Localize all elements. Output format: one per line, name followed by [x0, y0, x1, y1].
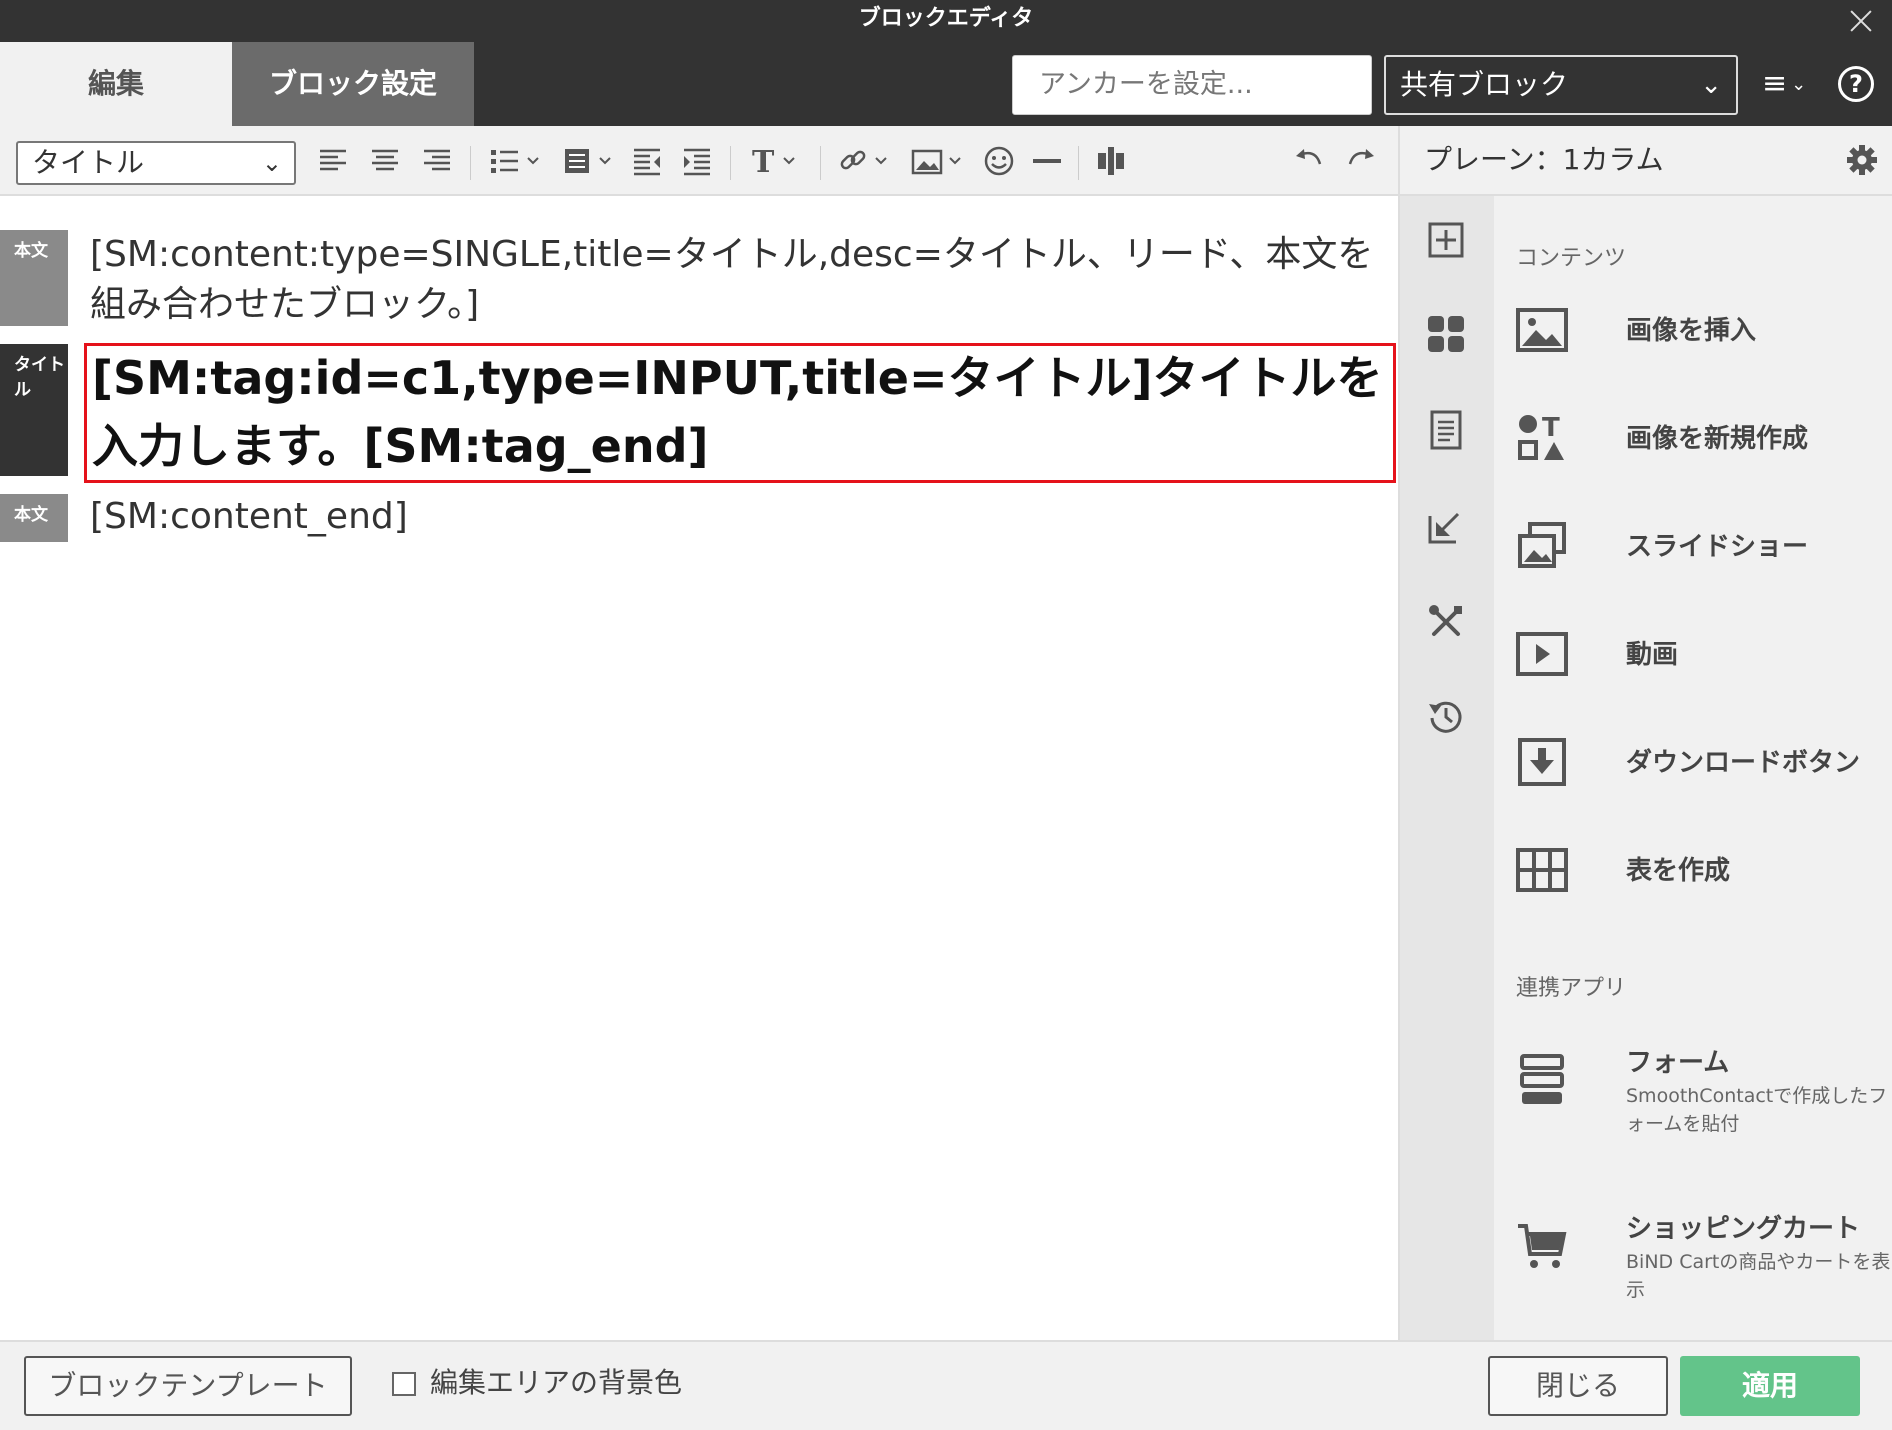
content-end-line[interactable]: [SM:content_end] — [90, 492, 1380, 542]
shopping-cart-description: BiND Cartの商品やカートを表示 — [1626, 1251, 1891, 1301]
form-item[interactable]: フォーム SmoothContactで作成したフォームを貼付 — [1516, 1032, 1887, 1135]
cart-icon — [1516, 1220, 1568, 1272]
chevron-down-icon: ⌄ — [1700, 70, 1722, 100]
create-table-label: 表を作成 — [1626, 856, 1731, 886]
panel-icon-rail — [1398, 196, 1494, 1340]
tab-block-settings[interactable]: ブロック設定 — [232, 42, 474, 126]
link-icon[interactable] — [838, 144, 894, 178]
columns-icon[interactable] — [1094, 144, 1128, 178]
add-block-icon[interactable] — [1426, 220, 1466, 260]
page-icon[interactable] — [1426, 410, 1466, 450]
toolbar-divider — [820, 146, 821, 180]
header-bar: 編集 ブロック設定 アンカーを設定... 共有ブロック ⌄ ≡ ⌄ ? — [0, 40, 1892, 126]
slideshow-icon — [1516, 520, 1568, 572]
shared-block-select[interactable]: 共有ブロック ⌄ — [1384, 55, 1738, 115]
history-icon[interactable] — [1426, 696, 1466, 736]
apply-button[interactable]: 適用 — [1680, 1356, 1860, 1416]
row-tag-body: 本文 — [0, 230, 68, 326]
format-toolbar: タイトル ⌄ T — [0, 126, 1398, 196]
image-icon[interactable] — [910, 144, 966, 178]
close-button[interactable]: 閉じる — [1488, 1356, 1668, 1416]
horizontal-rule-icon[interactable] — [1030, 144, 1064, 178]
row-tag-title: タイトル — [0, 344, 68, 476]
bg-color-label: 編集エリアの背景色 — [430, 1366, 683, 1399]
editor-area[interactable]: 本文 [SM:content:type=SINGLE,title=タイトル,de… — [0, 196, 1396, 1340]
panel-header: プレーン：1カラム — [1398, 126, 1892, 196]
toolbar-divider — [730, 146, 731, 180]
content-start-line[interactable]: [SM:content:type=SINGLE,title=タイトル,desc=… — [90, 230, 1380, 330]
anchor-setting-button[interactable]: アンカーを設定... — [1012, 55, 1372, 115]
shopping-cart-item[interactable]: ショッピングカート BiND Cartの商品やカートを表示 — [1516, 1198, 1890, 1301]
block-template-button[interactable]: ブロックテンプレート — [24, 1356, 352, 1416]
svg-text:T: T — [752, 145, 775, 178]
hamburger-icon: ≡ — [1762, 66, 1788, 101]
new-image-icon: T — [1516, 412, 1568, 464]
redo-icon[interactable] — [1344, 144, 1378, 178]
parts-icon[interactable] — [1426, 314, 1466, 354]
svg-text:T: T — [1542, 413, 1560, 443]
download-button-item[interactable]: ダウンロードボタン — [1516, 732, 1886, 792]
section-apps: 連携アプリ — [1516, 976, 1627, 1001]
outdent-icon[interactable] — [630, 144, 664, 178]
layout-title: プレーン：1カラム — [1424, 143, 1664, 176]
align-left-icon[interactable] — [316, 144, 350, 178]
emoji-icon[interactable] — [982, 144, 1016, 178]
close-icon[interactable] — [1844, 4, 1878, 38]
table-icon — [1516, 844, 1568, 896]
shopping-cart-label: ショッピングカート — [1626, 1214, 1861, 1244]
window-title: ブロックエディタ — [858, 6, 1034, 31]
import-icon[interactable] — [1426, 506, 1466, 546]
block-format-icon[interactable] — [562, 144, 618, 178]
toolbar-divider — [1078, 146, 1079, 180]
footer-bar: ブロックテンプレート 編集エリアの背景色 閉じる 適用 — [0, 1340, 1892, 1430]
slideshow-label: スライドショー — [1626, 532, 1809, 562]
window-title-bar: ブロックエディタ — [0, 0, 1892, 40]
tools-icon[interactable] — [1426, 602, 1466, 642]
form-icon — [1516, 1054, 1568, 1106]
insert-panel: コンテンツ 画像を挿入 T 画像を新規作成 スライドショー 動画 ダウンロードボ… — [1494, 196, 1892, 1340]
indent-icon[interactable] — [680, 144, 714, 178]
section-contents: コンテンツ — [1516, 246, 1627, 271]
new-image-label: 画像を新規作成 — [1626, 424, 1809, 454]
slideshow-item[interactable]: スライドショー — [1516, 516, 1886, 576]
help-icon[interactable]: ? — [1838, 66, 1874, 102]
paragraph-style-value: タイトル — [32, 146, 145, 179]
form-description: SmoothContactで作成したフォームを貼付 — [1626, 1085, 1888, 1135]
insert-image-label: 画像を挿入 — [1626, 316, 1757, 346]
chevron-down-icon: ⌄ — [1791, 73, 1807, 95]
text-style-icon[interactable]: T — [748, 144, 804, 178]
new-image-item[interactable]: T 画像を新規作成 — [1516, 408, 1886, 468]
download-button-label: ダウンロードボタン — [1626, 748, 1861, 778]
toolbar-divider — [470, 146, 471, 180]
video-icon — [1516, 628, 1568, 680]
download-button-icon — [1516, 736, 1568, 788]
paragraph-style-select[interactable]: タイトル ⌄ — [16, 141, 296, 185]
form-label: フォーム — [1626, 1048, 1730, 1078]
bullet-list-icon[interactable] — [488, 144, 544, 178]
undo-icon[interactable] — [1292, 144, 1326, 178]
shared-block-label: 共有ブロック — [1400, 68, 1569, 101]
gear-icon[interactable] — [1846, 144, 1878, 176]
create-table-item[interactable]: 表を作成 — [1516, 840, 1886, 900]
chevron-down-icon: ⌄ — [261, 149, 282, 177]
tab-edit[interactable]: 編集 — [0, 42, 232, 126]
video-label: 動画 — [1626, 640, 1679, 670]
row-tag-body: 本文 — [0, 494, 68, 542]
title-input-line[interactable]: [SM:tag:id=c1,type=INPUT,title=タイトル]タイトル… — [92, 344, 1392, 480]
align-center-icon[interactable] — [368, 144, 402, 178]
menu-button[interactable]: ≡ ⌄ — [1762, 62, 1816, 106]
video-item[interactable]: 動画 — [1516, 624, 1886, 684]
bg-color-checkbox[interactable] — [392, 1372, 416, 1396]
align-right-icon[interactable] — [420, 144, 454, 178]
insert-image-icon — [1516, 304, 1568, 356]
insert-image-item[interactable]: 画像を挿入 — [1516, 300, 1886, 360]
